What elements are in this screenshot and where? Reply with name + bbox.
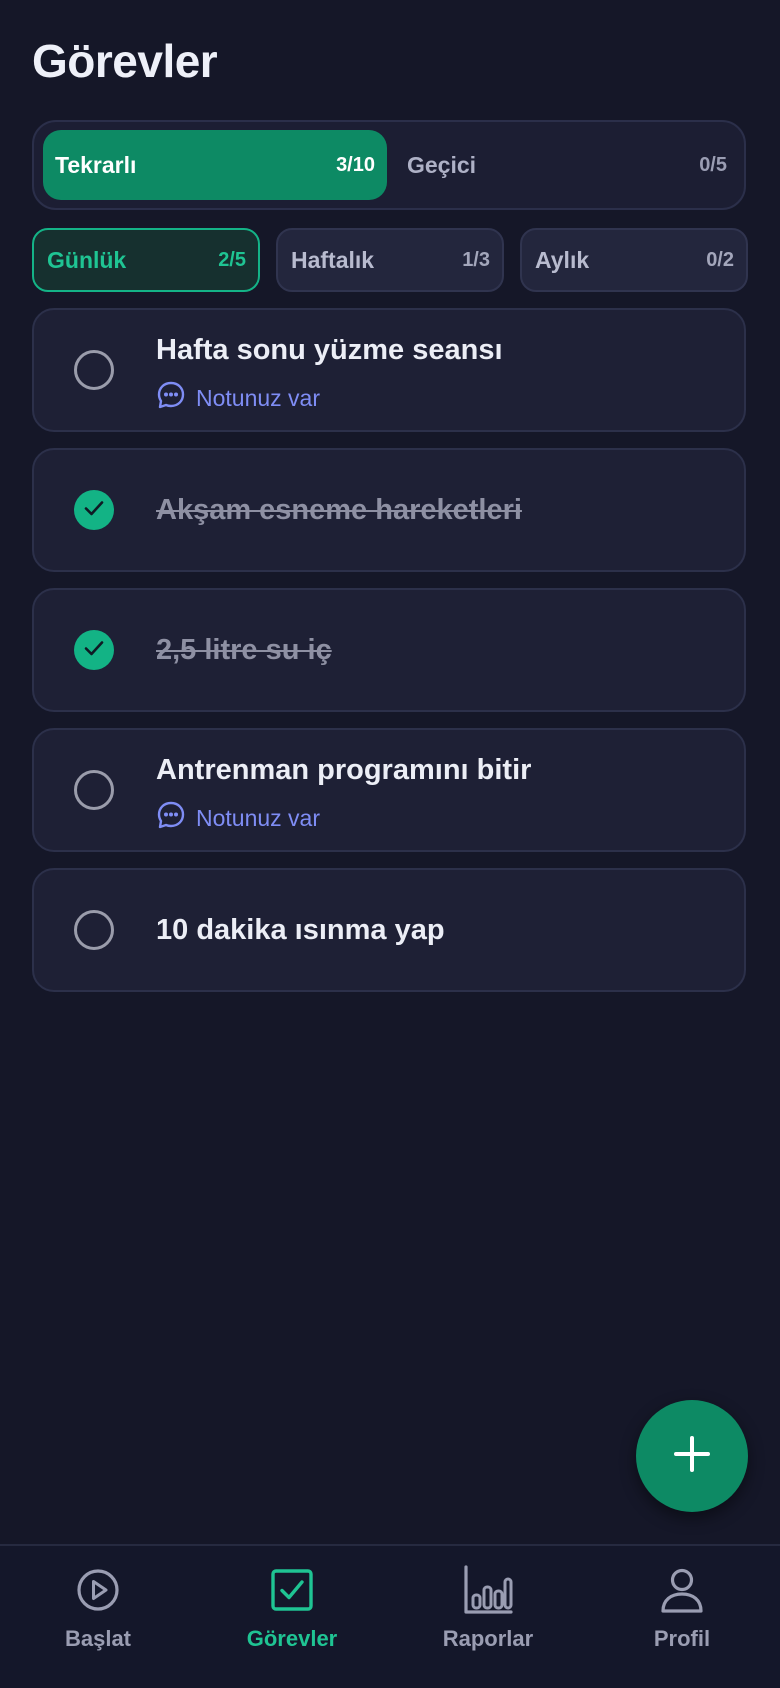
segment-count: 3/10 xyxy=(336,153,375,176)
task-note: Notunuz var xyxy=(156,800,320,836)
segment-count: 0/5 xyxy=(699,153,727,176)
checkmark-icon xyxy=(81,495,107,526)
nav-profile[interactable]: Profil xyxy=(602,1564,762,1674)
checkbox-icon xyxy=(270,1564,314,1616)
nav-start[interactable]: Başlat xyxy=(18,1564,178,1674)
checkmark-icon xyxy=(81,635,107,666)
plus-icon xyxy=(672,1434,712,1479)
task-title: 2,5 litre su iç xyxy=(156,634,332,666)
play-circle-icon xyxy=(76,1564,120,1616)
task-title: Akşam esneme hareketleri xyxy=(156,494,522,526)
segment-temporary[interactable]: Geçici 0/5 xyxy=(395,130,739,200)
nav-label: Görevler xyxy=(246,1626,338,1651)
tab-monthly[interactable]: Aylık 0/2 xyxy=(520,228,748,292)
task-checkbox[interactable] xyxy=(74,770,114,810)
bar-chart-icon xyxy=(463,1564,513,1616)
user-icon xyxy=(659,1564,705,1616)
task-title: Antrenman programını bitir xyxy=(156,754,532,786)
task-item[interactable]: Hafta sonu yüzme seansı Notunuz var xyxy=(32,308,746,432)
task-item[interactable]: 10 dakika ısınma yap xyxy=(32,868,746,992)
page-title: Görevler xyxy=(32,35,218,87)
nav-label: Profil xyxy=(653,1626,711,1651)
task-checkbox[interactable] xyxy=(74,910,114,950)
tab-label: Günlük xyxy=(47,246,127,273)
tab-daily[interactable]: Günlük 2/5 xyxy=(32,228,260,292)
tab-label: Haftalık xyxy=(291,246,375,273)
nav-reports[interactable]: Raporlar xyxy=(408,1564,568,1674)
task-item[interactable]: Antrenman programını bitir Notunuz var xyxy=(32,728,746,852)
tab-label: Aylık xyxy=(535,246,590,273)
segment-label: Geçici xyxy=(407,151,477,178)
tab-count: 2/5 xyxy=(218,248,246,271)
segment-label: Tekrarlı xyxy=(55,151,137,178)
tasks-screen: Görevler Tekrarlı 3/10 Geçici 0/5 Günlük… xyxy=(0,0,780,1688)
task-title: 10 dakika ısınma yap xyxy=(156,914,445,946)
task-note: Notunuz var xyxy=(156,380,320,416)
tab-count: 1/3 xyxy=(462,248,490,271)
task-title: Hafta sonu yüzme seansı xyxy=(156,334,503,366)
nav-label: Başlat xyxy=(64,1626,132,1651)
segment-recurring[interactable]: Tekrarlı 3/10 xyxy=(43,130,387,200)
nav-label: Raporlar xyxy=(442,1626,534,1651)
tab-count: 0/2 xyxy=(706,248,734,271)
task-type-segment: Tekrarlı 3/10 Geçici 0/5 xyxy=(32,120,746,210)
add-task-button[interactable] xyxy=(636,1400,748,1512)
tab-weekly[interactable]: Haftalık 1/3 xyxy=(276,228,504,292)
bottom-navigation: Başlat Görevler Raporlar Profil xyxy=(0,1544,780,1688)
task-item[interactable]: Akşam esneme hareketleri xyxy=(32,448,746,572)
task-item[interactable]: 2,5 litre su iç xyxy=(32,588,746,712)
chat-bubble-icon xyxy=(156,800,186,836)
note-label: Notunuz var xyxy=(196,384,321,411)
task-checkbox[interactable] xyxy=(74,350,114,390)
chat-bubble-icon xyxy=(156,380,186,416)
task-checkbox[interactable] xyxy=(74,630,114,670)
note-label: Notunuz var xyxy=(196,804,321,831)
task-checkbox[interactable] xyxy=(74,490,114,530)
nav-tasks[interactable]: Görevler xyxy=(212,1564,372,1674)
